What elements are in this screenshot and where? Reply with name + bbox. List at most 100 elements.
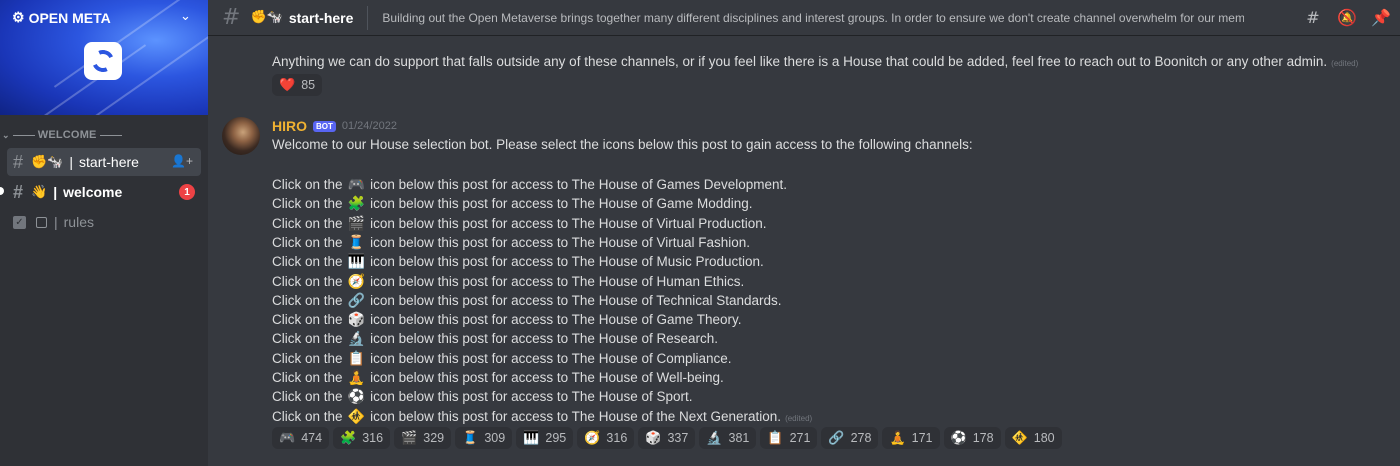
channel-rules[interactable]: ✓ | rules [7,208,201,236]
message-text: Anything we can do support that falls ou… [272,54,1328,69]
house-emoji-icon: 🧘 [347,369,366,385]
house-line: Click on the 📋 icon below this post for … [272,350,732,367]
reaction-button[interactable]: 🔬 381 [699,427,757,449]
house-reactions: 🎮 474 🧩 316 🎬 329 🧵 309 🎹 295 🧭 316 🎲 337 🔬 381 📋 271 🔗 278… [272,427,1062,449]
house-line: Click on the 🧩 icon below this post for … [272,195,753,212]
gear-icon: ⚙ [12,9,25,25]
house-text: icon below this post for access to The H… [370,350,732,366]
house-text: icon below this post for access to The H… [370,196,753,212]
add-user-icon[interactable]: 👤+ [171,154,193,168]
edited-label: (edited) [785,413,813,423]
house-text: icon below this post for access to The H… [370,215,767,231]
reaction-button[interactable]: 🧘 171 [882,427,940,449]
reaction-emoji-icon: 🧭 [584,430,601,445]
hash-icon: # [222,5,241,30]
reaction-emoji-icon: 🚸 [1011,430,1028,445]
reaction-count: 178 [972,431,994,445]
house-emoji-icon: 🧵 [347,233,366,250]
house-prefix: Click on the [272,331,343,347]
hash-icon: # [13,151,24,172]
reaction-button[interactable]: 📋 271 [760,427,818,449]
reaction-button[interactable]: ⚽ 178 [943,427,1001,449]
house-prefix: Click on the [272,312,343,328]
house-prefix: Click on the [272,215,343,231]
reaction-button[interactable]: 🧵 309 [455,427,513,449]
intro-text: Welcome to our House selection bot. Plea… [272,137,973,152]
house-text: icon below this post for access to The H… [370,408,782,424]
reaction-emoji-icon: 🎬 [401,430,418,445]
reaction-count: 278 [850,431,872,445]
house-prefix: Click on the [272,408,343,424]
heart-icon: ❤️ [279,77,296,92]
category-welcome[interactable]: ⌄ WELCOME [2,129,122,141]
reaction-emoji-icon: 🧘 [889,430,906,445]
notification-bell-muted-icon[interactable]: 🔕 [1336,6,1358,28]
avatar[interactable] [222,117,260,155]
channel-label: start-here [79,154,139,170]
house-emoji-icon: 🧭 [347,272,366,289]
reaction-button[interactable]: 🎮 474 [272,427,330,449]
house-text: icon below this post for access to The H… [370,292,782,308]
reactions-row: ❤️ 85 [272,74,323,96]
reaction-heart[interactable]: ❤️ 85 [272,74,323,96]
reaction-emoji-icon: 🎮 [279,430,296,445]
reaction-button[interactable]: 🎲 337 [638,427,696,449]
channel-welcome[interactable]: # 👋 | welcome 1 [7,178,201,206]
reaction-button[interactable]: 🧩 316 [333,427,391,449]
server-name[interactable]: ⚙ OPEN META [12,9,111,26]
threads-icon[interactable]: # [1302,6,1324,28]
chevron-down-icon: ⌄ [2,129,10,140]
house-text: icon below this post for access to The H… [370,370,724,385]
house-prefix: Click on the [272,273,343,289]
reaction-button[interactable]: 🎹 295 [516,427,574,449]
house-line: Click on the 🚸 icon below this post for … [272,408,812,425]
unread-indicator [0,187,4,195]
house-prefix: Click on the [272,350,343,366]
channel-label: welcome [63,184,123,200]
house-line: Click on the 🎹 icon below this post for … [272,253,764,270]
channel-title: start-here [288,9,354,26]
channel-emoji: ✊🐄 [250,10,283,25]
reaction-emoji-icon: ⚽ [950,430,967,445]
server-banner[interactable]: ⚙ OPEN META ⌄ [0,0,208,115]
house-line: Click on the 🧘 icon below this post for … [272,369,724,386]
reaction-count: 316 [362,431,384,445]
reaction-count: 171 [911,431,933,445]
channel-emoji: ✊🐄 [31,154,64,169]
chevron-down-icon[interactable]: ⌄ [180,9,191,24]
reaction-count: 337 [667,431,689,445]
house-text: icon below this post for access to The H… [370,273,745,289]
house-prefix: Click on the [272,254,343,270]
server-name-label: OPEN META [28,9,111,26]
reaction-button[interactable]: 🔗 278 [821,427,879,449]
house-line: Click on the ⚽ icon below this post for … [272,388,693,405]
house-line: Click on the 🧵 icon below this post for … [272,234,750,251]
channel-topic[interactable]: Building out the Open Metaverse brings t… [382,11,1244,25]
reaction-count: 474 [301,431,323,445]
reaction-count: 316 [606,431,628,445]
house-text: icon below this post for access to The H… [370,331,719,347]
reaction-count: 309 [484,431,506,445]
pin-icon[interactable]: 📌 [1370,6,1392,28]
author-name[interactable]: HIRO [272,118,307,134]
reaction-emoji-icon: 🧵 [462,430,479,445]
reaction-emoji-icon: 🎲 [645,430,662,445]
timestamp: 01/24/2022 [341,120,397,132]
reaction-button[interactable]: 🚸 180 [1004,427,1062,449]
reaction-emoji-icon: 🎹 [523,430,540,445]
house-text: icon below this post for access to The H… [370,234,751,250]
channel-start-here[interactable]: # ✊🐄 | start-here 👤+ [7,148,201,176]
house-prefix: Click on the [272,370,343,385]
house-line: Click on the 🎮 icon below this post for … [272,176,787,193]
previous-message: Anything we can do support that falls ou… [272,54,1358,69]
message-intro: Welcome to our House selection bot. Plea… [272,137,973,152]
reaction-button[interactable]: 🧭 316 [577,427,635,449]
house-emoji-icon: 🎬 [347,214,366,231]
reaction-button[interactable]: 🎬 329 [394,427,452,449]
edited-label: (edited) [1331,59,1359,68]
channel-label: rules [63,214,94,230]
house-prefix: Click on the [272,234,343,250]
house-prefix: Click on the [272,177,343,192]
house-emoji-icon: 🔗 [347,291,366,308]
mention-badge: 1 [179,184,195,200]
